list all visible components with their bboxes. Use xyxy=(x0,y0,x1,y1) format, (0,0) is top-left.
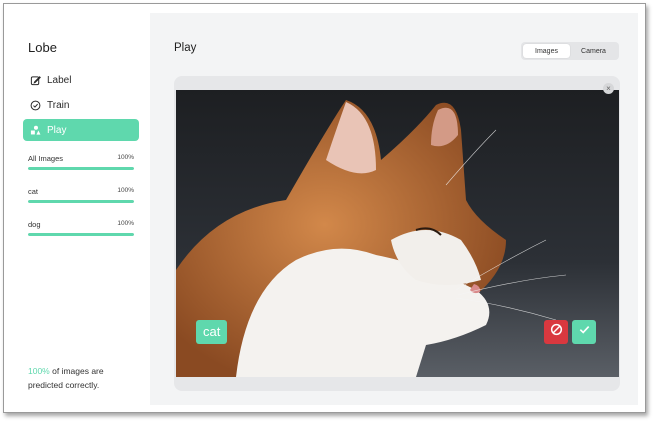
close-icon[interactable]: × xyxy=(603,83,614,94)
pencil-icon xyxy=(29,74,41,86)
label-percent: 100% xyxy=(117,154,134,161)
shapes-icon xyxy=(29,124,41,136)
accuracy-summary: 100% of images are predicted correctly. xyxy=(28,364,138,392)
progress-bar-fill xyxy=(28,167,134,170)
label-stat-dog[interactable]: dog 100% xyxy=(28,220,134,236)
sidebar-item-text: Play xyxy=(47,124,67,136)
sidebar-item-text: Train xyxy=(47,99,70,111)
block-icon xyxy=(550,323,563,341)
label-name: dog xyxy=(28,220,41,229)
sidebar: Lobe Label Train Play All Images 100% ca… xyxy=(4,4,150,412)
sidebar-item-play[interactable]: Play xyxy=(23,119,139,141)
sidebar-item-train[interactable]: Train xyxy=(23,94,139,116)
app-window: Lobe Label Train Play All Images 100% ca… xyxy=(3,3,646,413)
check-icon xyxy=(578,323,591,341)
image-card: × cat xyxy=(174,76,620,391)
check-circle-icon xyxy=(29,99,41,111)
label-name: cat xyxy=(28,187,39,196)
mark-incorrect-button[interactable] xyxy=(544,320,568,344)
label-percent: 100% xyxy=(117,187,134,194)
page-title: Play xyxy=(174,42,197,54)
progress-bar-fill xyxy=(28,200,134,203)
label-stat-all-images[interactable]: All Images 100% xyxy=(28,154,134,170)
sidebar-item-label[interactable]: Label xyxy=(23,69,139,91)
main-panel: Play Images Camera × cat xyxy=(150,13,638,405)
prediction-label[interactable]: cat xyxy=(196,320,228,344)
mark-correct-button[interactable] xyxy=(572,320,596,344)
tab-camera[interactable]: Camera xyxy=(570,44,617,58)
progress-bar xyxy=(28,167,134,170)
accuracy-value: 100% xyxy=(28,366,50,376)
app-title: Lobe xyxy=(28,40,57,55)
sidebar-nav: Label Train Play xyxy=(23,69,139,144)
progress-bar xyxy=(28,200,134,203)
source-toggle: Images Camera xyxy=(521,42,619,60)
label-percent: 100% xyxy=(117,220,134,227)
tab-images[interactable]: Images xyxy=(523,44,570,58)
sidebar-item-text: Label xyxy=(47,74,72,86)
label-name: All Images xyxy=(28,154,64,163)
progress-bar xyxy=(28,233,134,236)
label-stat-cat[interactable]: cat 100% xyxy=(28,187,134,203)
progress-bar-fill xyxy=(28,233,134,236)
label-stats: All Images 100% cat 100% dog 100% xyxy=(28,154,134,253)
